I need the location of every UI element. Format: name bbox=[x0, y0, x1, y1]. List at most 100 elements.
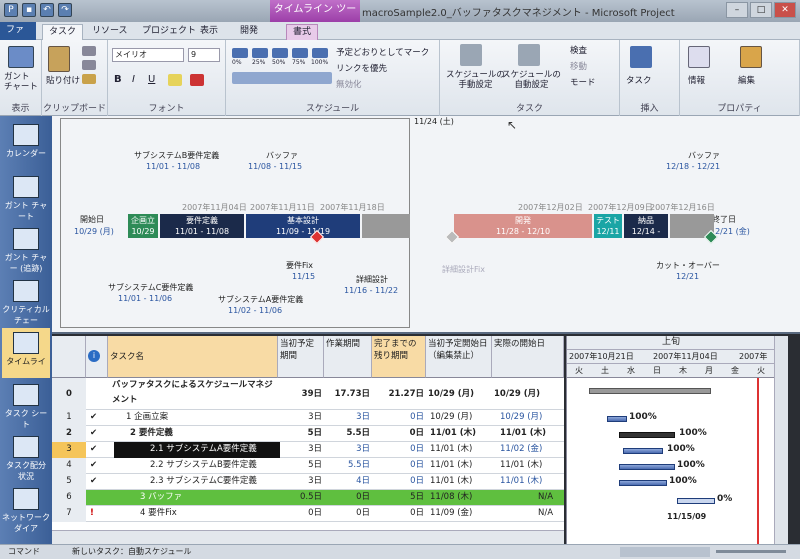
view-critical-chain[interactable]: クリティカル チェー bbox=[2, 276, 50, 326]
task-bar[interactable] bbox=[607, 416, 627, 422]
vertical-scrollbar[interactable] bbox=[774, 336, 788, 544]
auto-schedule-icon[interactable] bbox=[518, 44, 540, 66]
paste-button[interactable]: 貼り付け bbox=[46, 74, 80, 86]
remaining-duration[interactable]: 5日 bbox=[372, 490, 424, 506]
manual-schedule-button[interactable]: スケジュールの 手動設定 bbox=[446, 70, 505, 90]
tab-format[interactable]: 書式 bbox=[286, 24, 319, 40]
work-duration[interactable]: 0日 bbox=[324, 506, 370, 522]
remaining-duration[interactable]: 0日 bbox=[372, 410, 424, 426]
view-task-sheet[interactable]: タスク シート bbox=[2, 380, 50, 430]
task-bar[interactable] bbox=[623, 448, 663, 454]
respect-links-button[interactable]: リンクを優先 bbox=[336, 62, 387, 74]
work-duration[interactable]: 3日 bbox=[324, 410, 370, 426]
col-baseline-start[interactable]: 当初予定開始日（編集禁止） bbox=[426, 336, 492, 378]
view-network-diagram[interactable]: ネットワーク ダイア bbox=[2, 484, 50, 534]
work-duration[interactable]: 5.5日 bbox=[324, 458, 370, 474]
edit-icon[interactable] bbox=[740, 46, 762, 68]
baseline-duration[interactable]: 5日 bbox=[278, 458, 322, 474]
table-row[interactable]: 1 ✔ 1 企画立案 3日 3日 0日 10/29 (月) 10/29 (月) bbox=[52, 410, 564, 426]
table-row[interactable]: 2 ✔ 2 要件定義 5日 5.5日 0日 11/01 (木) 11/01 (木… bbox=[52, 426, 564, 442]
actual-start[interactable]: N/A bbox=[538, 490, 564, 506]
baseline-start[interactable]: 10/29 (月) bbox=[428, 378, 492, 410]
view-calendar[interactable]: カレンダー bbox=[2, 120, 50, 170]
summary-bar[interactable] bbox=[589, 388, 711, 394]
timeline-bar[interactable]: 要件定義 11/01 - 11/08 bbox=[160, 214, 244, 238]
timeline-bar[interactable]: 基本設計 11/09 - 11/19 bbox=[246, 214, 360, 238]
actual-start[interactable]: 10/29 (月) bbox=[494, 378, 564, 410]
task-button[interactable]: タスク bbox=[626, 74, 652, 86]
remaining-duration[interactable]: 0日 bbox=[372, 506, 424, 522]
table-row-selected[interactable]: 3 ✔ 2.1 サブシステムA要件定義 3日 3日 0日 11/01 (木) 1… bbox=[52, 442, 564, 458]
task-name[interactable]: バッファタスクによるスケジュールマネジメント bbox=[112, 378, 278, 410]
inspect-button[interactable]: 検査 bbox=[570, 44, 587, 56]
pct0-icon[interactable] bbox=[232, 48, 248, 58]
table-row[interactable]: 4 ✔ 2.2 サブシステムB要件定義 5日 5.5日 0日 11/01 (木)… bbox=[52, 458, 564, 474]
col-task-name[interactable]: タスク名 bbox=[108, 336, 278, 378]
baseline-duration[interactable]: 3日 bbox=[278, 474, 322, 490]
timeline-bar-buffer[interactable] bbox=[362, 214, 410, 238]
remaining-duration[interactable]: 0日 bbox=[372, 426, 424, 442]
pct25-icon[interactable] bbox=[252, 48, 268, 58]
inactivate-button[interactable]: 無効化 bbox=[336, 78, 362, 90]
mode-button[interactable]: モード bbox=[570, 76, 596, 88]
pct75-icon[interactable] bbox=[292, 48, 308, 58]
timeline-bar[interactable]: 納品 12/14 - bbox=[624, 214, 668, 238]
tab-view[interactable]: 表示 bbox=[194, 24, 224, 40]
tab-project[interactable]: プロジェクト bbox=[136, 24, 202, 40]
table-row-buffer[interactable]: 6 3 バッファ 0.5日 0日 5日 11/08 (木) N/A bbox=[52, 490, 564, 506]
task-name[interactable]: 2.2 サブシステムB要件定義 bbox=[150, 458, 278, 474]
save-icon[interactable]: ▪ bbox=[22, 3, 36, 17]
tab-develop[interactable]: 開発 bbox=[234, 24, 264, 40]
task-icon[interactable] bbox=[630, 46, 652, 68]
task-bar[interactable] bbox=[619, 464, 675, 470]
mark-on-track-button[interactable]: 予定どおりとしてマーク bbox=[336, 46, 429, 58]
work-duration[interactable]: 5.5日 bbox=[324, 426, 370, 442]
baseline-start[interactable]: 11/08 (木) bbox=[430, 490, 492, 506]
work-duration[interactable]: 17.73日 bbox=[324, 378, 370, 410]
edit-button[interactable]: 編集 bbox=[738, 74, 755, 86]
view-gantt[interactable]: ガント チャート bbox=[2, 172, 50, 222]
timeline-bar[interactable]: 企画立 10/29 bbox=[128, 214, 158, 238]
tab-resource[interactable]: リソース bbox=[86, 24, 134, 40]
cut-icon[interactable] bbox=[82, 46, 96, 56]
gantt-chart-button[interactable]: ガント チャート bbox=[4, 72, 38, 92]
remaining-duration[interactable]: 0日 bbox=[372, 442, 424, 458]
table-row[interactable]: 7 ! 4 要件Fix 0日 0日 0日 11/09 (金) N/A bbox=[52, 506, 564, 522]
undo-icon[interactable]: ↶ bbox=[40, 3, 54, 17]
info-button[interactable]: 情報 bbox=[688, 74, 705, 86]
font-size-select[interactable]: 9 bbox=[188, 48, 220, 62]
actual-start[interactable]: 11/01 (木) bbox=[500, 474, 564, 490]
table-row[interactable]: 0 バッファタスクによるスケジュールマネジメント 39日 17.73日 21.2… bbox=[52, 378, 564, 410]
format-painter-icon[interactable] bbox=[82, 74, 96, 84]
baseline-start[interactable]: 11/01 (木) bbox=[430, 426, 492, 442]
baseline-start[interactable]: 11/09 (金) bbox=[430, 506, 492, 522]
baseline-start[interactable]: 11/01 (木) bbox=[430, 474, 492, 490]
project-icon[interactable]: P bbox=[4, 3, 18, 17]
baseline-duration[interactable]: 0日 bbox=[278, 506, 322, 522]
col-work-duration[interactable]: 作業期間 bbox=[324, 336, 372, 378]
task-name[interactable]: 4 要件Fix bbox=[140, 506, 278, 522]
task-name[interactable]: 3 バッファ bbox=[140, 490, 278, 506]
tab-task[interactable]: タスク bbox=[42, 24, 84, 40]
work-duration[interactable]: 0日 bbox=[324, 490, 370, 506]
timeline-bar[interactable]: 開発 11/28 - 12/10 bbox=[454, 214, 592, 238]
maximize-button[interactable]: □ bbox=[750, 2, 772, 18]
actual-start[interactable]: 11/02 (金) bbox=[500, 442, 564, 458]
col-remaining-duration[interactable]: 完了までの残り期間 bbox=[372, 336, 426, 378]
task-name[interactable]: 1 企画立案 bbox=[126, 410, 276, 426]
font-color-icon[interactable] bbox=[190, 74, 204, 86]
underline-button[interactable]: U bbox=[148, 74, 155, 85]
remaining-duration[interactable]: 0日 bbox=[372, 474, 424, 490]
close-button[interactable]: ✕ bbox=[774, 2, 796, 18]
baseline-duration[interactable]: 5日 bbox=[278, 426, 322, 442]
baseline-duration[interactable]: 0.5日 bbox=[278, 490, 322, 506]
task-name[interactable]: 2.3 サブシステムC要件定義 bbox=[150, 474, 278, 490]
baseline-duration[interactable]: 3日 bbox=[278, 442, 322, 458]
actual-start[interactable]: 11/01 (木) bbox=[500, 458, 564, 474]
pct100-icon[interactable] bbox=[312, 48, 328, 58]
redo-icon[interactable]: ↷ bbox=[58, 3, 72, 17]
pct50-icon[interactable] bbox=[272, 48, 288, 58]
task-name[interactable]: 2 要件定義 bbox=[130, 426, 278, 442]
auto-schedule-button[interactable]: スケジュールの 自動設定 bbox=[502, 70, 561, 90]
summary-bar[interactable] bbox=[619, 432, 675, 438]
